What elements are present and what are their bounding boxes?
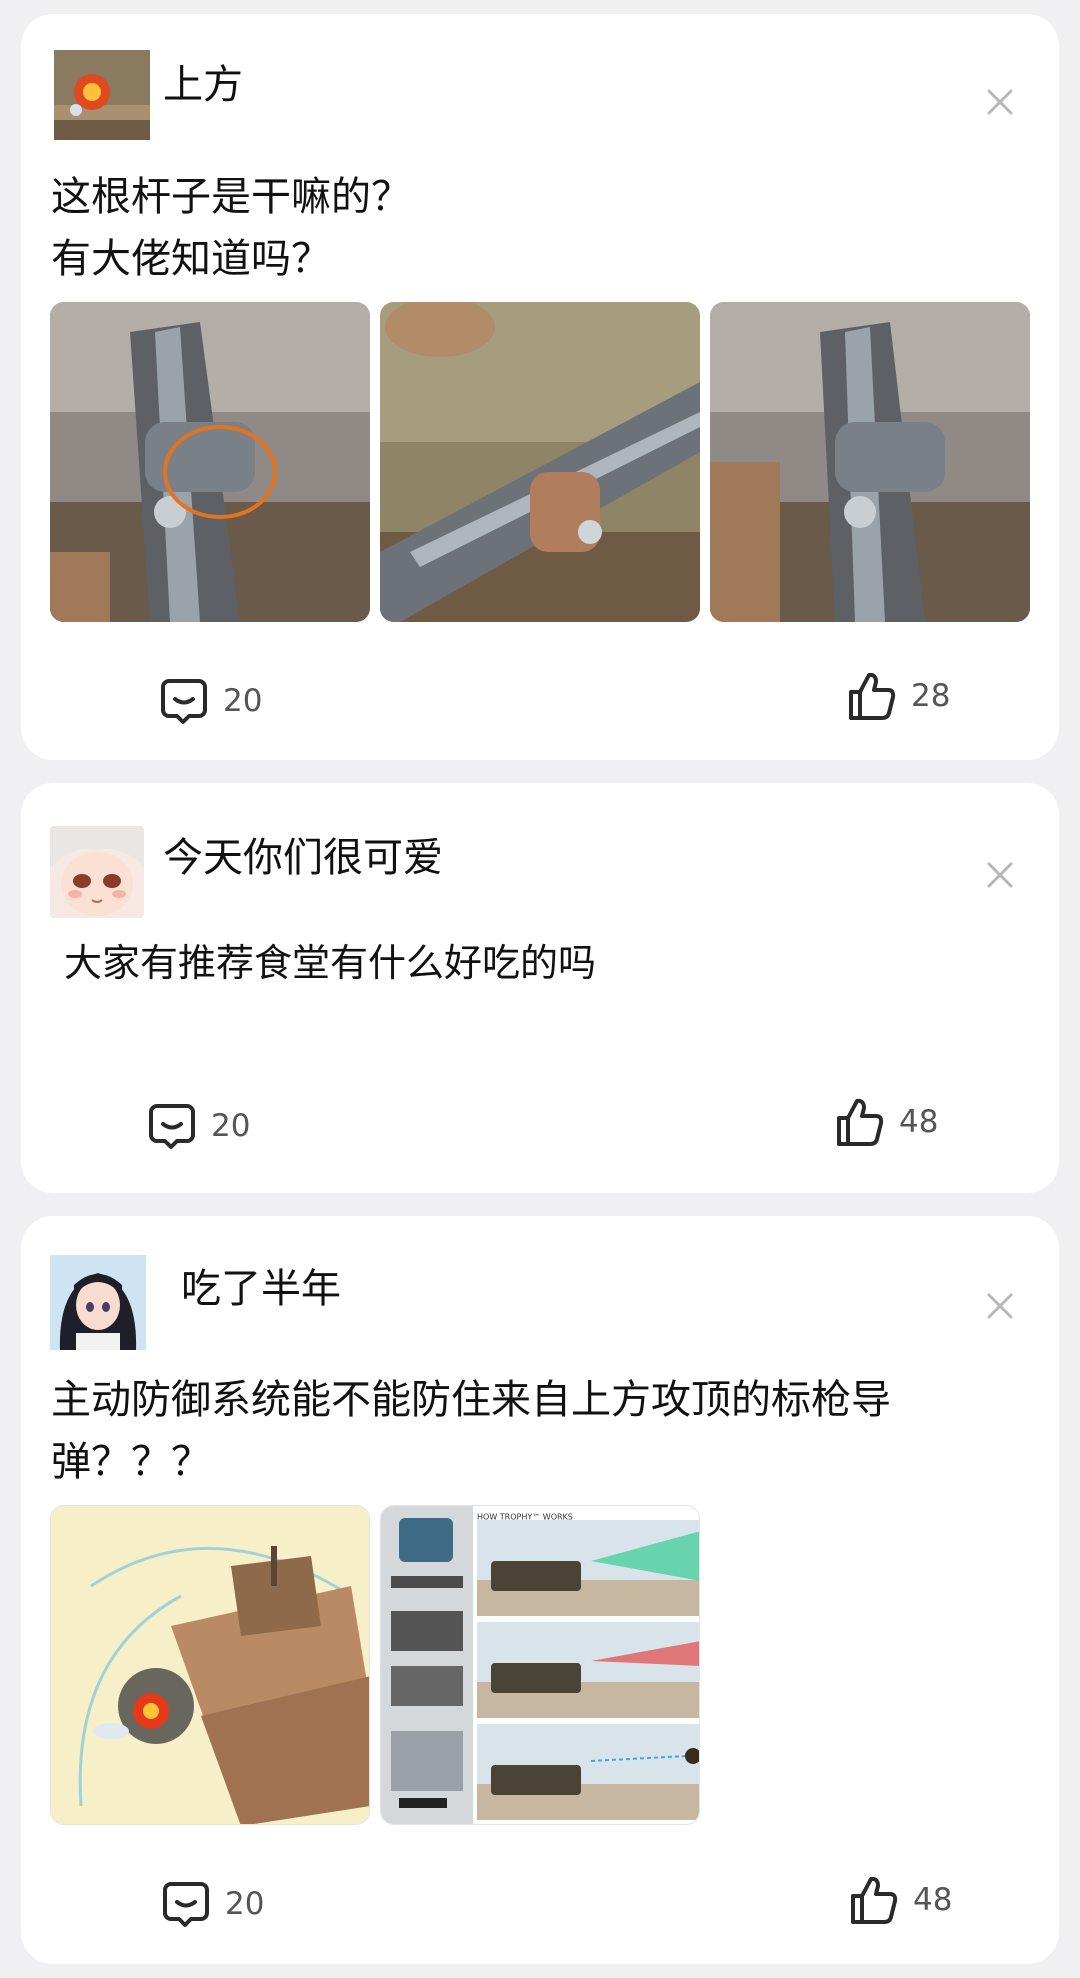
post-text-line: 大家有推荐食堂有什么好吃的吗 [64,941,597,985]
username[interactable]: 今天你们很可爱 [163,825,443,883]
post-image[interactable] [50,302,370,622]
post-image[interactable]: HOW TROPHY™ WORKS [380,1505,700,1825]
image-gallery: HOW TROPHY™ WORKS [50,1505,700,1825]
post-card[interactable]: 上方 这根杆子是干嘛的？ 有大佬知道吗？ 20 28 [21,14,1059,760]
comment-count: 20 [225,1886,265,1922]
post-image[interactable] [710,302,1030,622]
post-card[interactable]: 吃了半年 主动防御系统能不能防住来自上方攻顶的标枪导 弹？？？ HOW TROP… [21,1216,1059,1964]
like-button[interactable]: 48 [835,1096,938,1148]
like-count: 48 [913,1882,953,1918]
post-text[interactable]: 大家有推荐食堂有什么好吃的吗 [64,932,596,994]
comment-bubble-icon [149,1104,195,1149]
close-icon [987,1293,1013,1319]
post-text-line: 有大佬知道吗？ [51,236,331,282]
post-text-line: 这根杆子是干嘛的？ [51,174,411,220]
username[interactable]: 上方 [163,52,243,110]
comment-bubble-icon [163,1882,209,1927]
like-count: 48 [899,1104,939,1140]
close-icon [987,862,1013,888]
comment-bubble-icon [161,679,207,724]
close-button[interactable] [981,83,1019,121]
post-text-line: 弹？？？ [51,1439,211,1485]
user-avatar[interactable] [50,1255,146,1350]
close-button[interactable] [981,856,1019,894]
user-avatar[interactable] [54,50,150,140]
username[interactable]: 吃了半年 [181,1256,341,1314]
close-button[interactable] [981,1287,1019,1325]
like-count: 28 [911,678,951,714]
post-text-line: 主动防御系统能不能防住来自上方攻顶的标枪导 [51,1377,891,1423]
thumbs-up-icon [837,1098,884,1146]
comment-button[interactable]: 20 [159,676,262,726]
thumbs-up-icon [849,672,896,720]
comment-count: 20 [211,1108,251,1144]
thumbs-up-icon [851,1876,898,1924]
image-gallery [50,302,1030,622]
like-button[interactable]: 48 [849,1874,952,1926]
comment-button[interactable]: 20 [161,1879,264,1929]
post-image[interactable] [380,302,700,622]
like-button[interactable]: 28 [847,670,950,722]
comment-button[interactable]: 20 [147,1101,250,1151]
comment-count: 20 [223,683,263,719]
post-card[interactable]: 今天你们很可爱 大家有推荐食堂有什么好吃的吗 20 48 [21,783,1059,1193]
close-icon [987,89,1013,115]
user-avatar[interactable] [50,826,144,918]
post-text[interactable]: 主动防御系统能不能防住来自上方攻顶的标枪导 弹？？？ [51,1369,891,1493]
post-image[interactable] [50,1505,370,1825]
post-text[interactable]: 这根杆子是干嘛的？ 有大佬知道吗？ [51,166,411,290]
